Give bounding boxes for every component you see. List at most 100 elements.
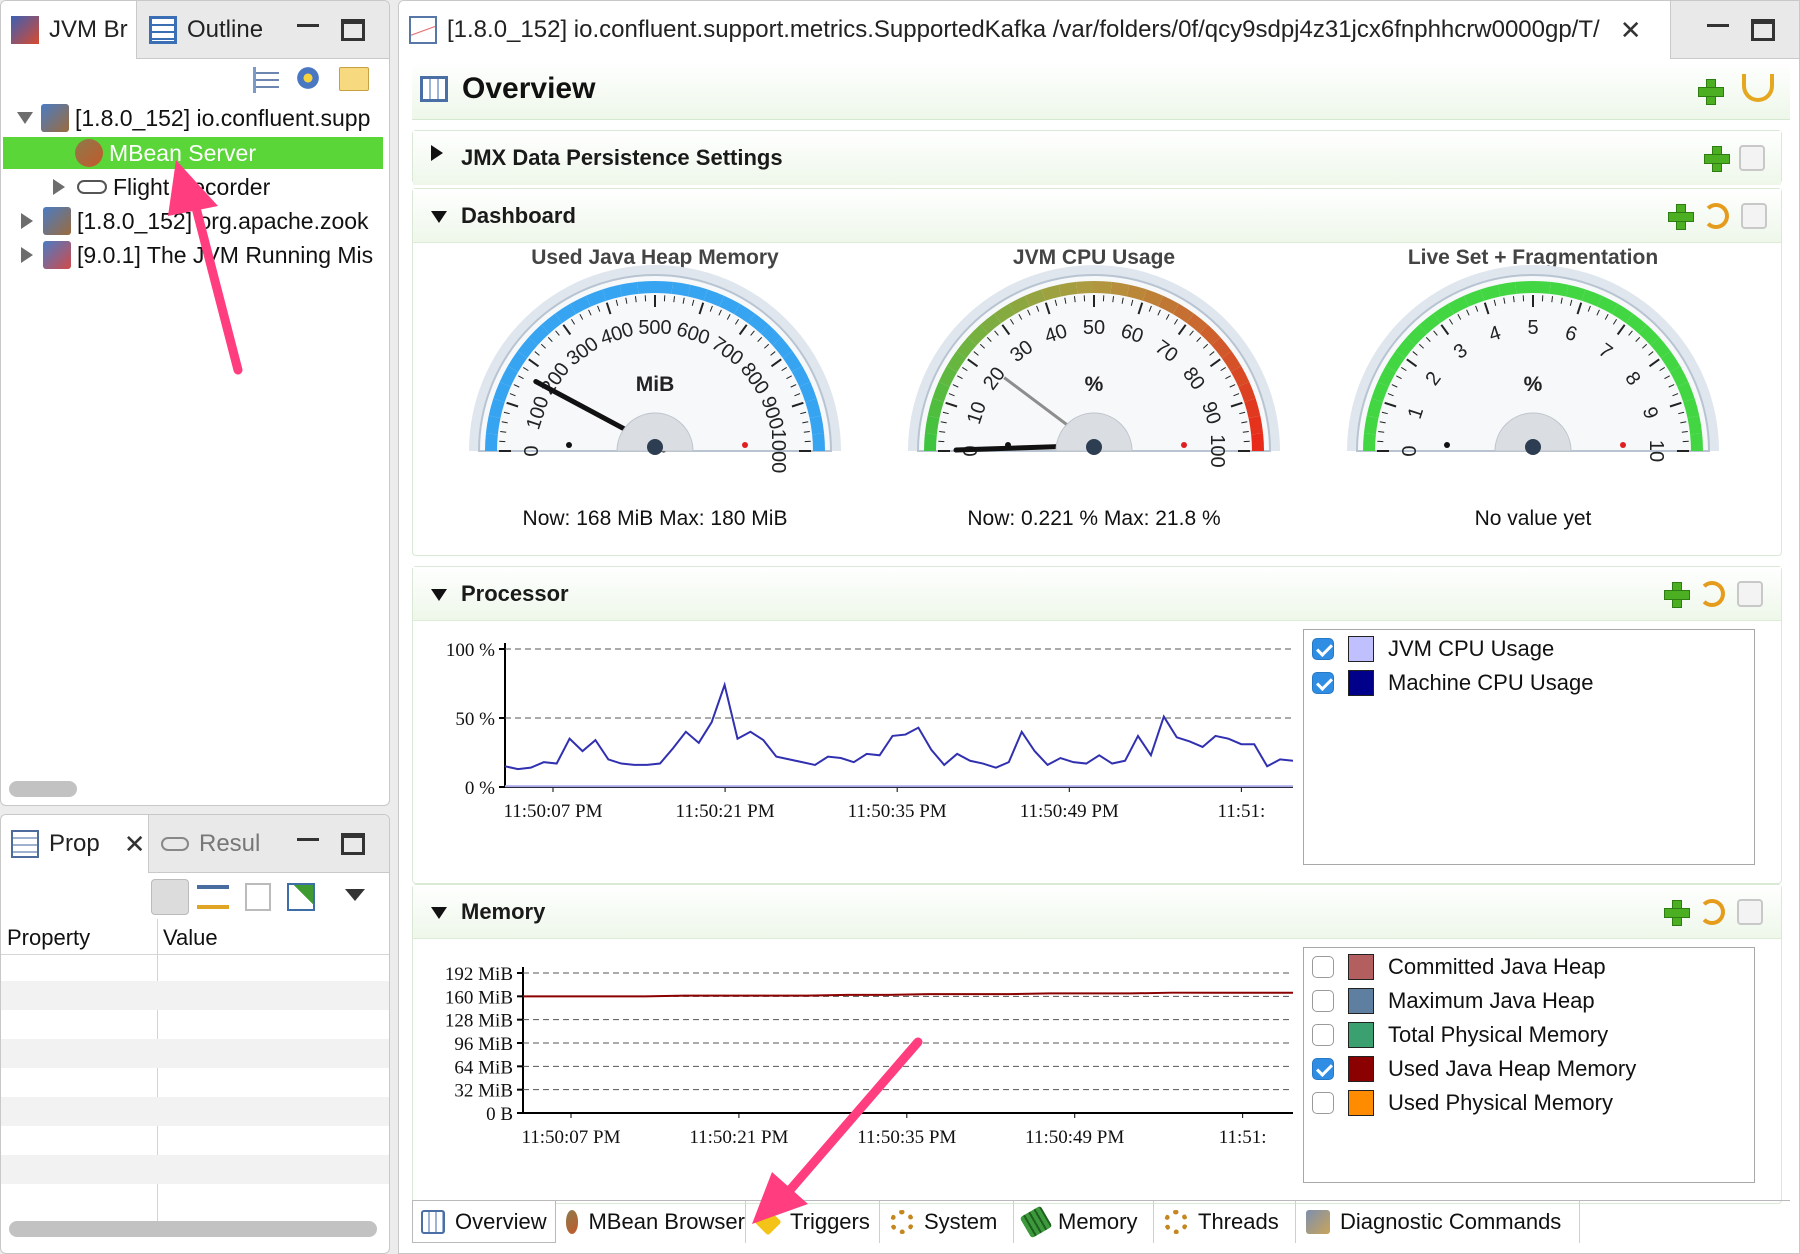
jvm-browser-panel: JVM Br Outline [1.8.0_152] io.confluent.… bbox=[0, 0, 390, 806]
section-header[interactable]: Dashboard bbox=[413, 189, 1781, 243]
tab-diagnostic-commands[interactable]: Diagnostic Commands bbox=[1298, 1201, 1580, 1243]
expand-arrow-icon[interactable] bbox=[431, 145, 443, 161]
tree-item-zookeeper[interactable]: [1.8.0_152] org.apache.zook bbox=[1, 205, 389, 237]
section-header[interactable]: JMX Data Persistence Settings bbox=[413, 131, 1781, 185]
legend-item[interactable]: Total Physical Memory bbox=[1312, 1020, 1608, 1050]
threads-icon bbox=[1164, 1210, 1188, 1234]
gauge-arc-segment bbox=[1076, 281, 1095, 294]
gauge-arc-segment bbox=[733, 303, 755, 324]
section-header[interactable]: Processor bbox=[413, 567, 1781, 621]
connect-icon[interactable] bbox=[293, 63, 323, 93]
minimize-button[interactable] bbox=[297, 19, 319, 27]
gauge-unit: MiB bbox=[636, 373, 675, 396]
close-icon[interactable]: ✕ bbox=[124, 829, 146, 860]
legend-checkbox[interactable] bbox=[1312, 956, 1334, 978]
legend-checkbox[interactable] bbox=[1312, 638, 1334, 660]
gauge-arc-segment bbox=[1371, 381, 1389, 403]
add-icon[interactable] bbox=[1697, 78, 1724, 105]
view-menu-icon[interactable] bbox=[345, 889, 365, 901]
tab-outline[interactable]: Outline bbox=[139, 1, 289, 59]
tab-results[interactable]: Resul bbox=[151, 815, 291, 873]
horizontal-scrollbar[interactable] bbox=[9, 1221, 377, 1237]
section-header[interactable]: Memory bbox=[413, 885, 1781, 939]
tree-item-mbean-server[interactable]: MBean Server bbox=[3, 137, 383, 169]
add-icon[interactable] bbox=[1663, 581, 1690, 608]
maximize-button[interactable] bbox=[341, 833, 365, 855]
tab-jvm-browser[interactable]: JVM Br bbox=[1, 1, 137, 59]
legend-item[interactable]: Maximum Java Heap bbox=[1312, 986, 1595, 1016]
copy-icon[interactable] bbox=[245, 883, 271, 911]
accessibility-icon[interactable] bbox=[1737, 899, 1763, 925]
y-tick-label: 0 % bbox=[465, 778, 495, 799]
legend-item[interactable]: JVM CPU Usage bbox=[1312, 634, 1554, 664]
tab-memory[interactable]: Memory bbox=[1016, 1201, 1154, 1243]
tab-jmx-console[interactable]: [1.8.0_152] io.confluent.support.metrics… bbox=[399, 1, 1671, 59]
x-tick-label: 11:51: bbox=[1217, 801, 1265, 822]
legend-checkbox[interactable] bbox=[1312, 672, 1334, 694]
collapse-arrow-icon[interactable] bbox=[431, 907, 447, 919]
gauge-tick-label: 1000 bbox=[767, 429, 789, 474]
add-icon[interactable] bbox=[1663, 899, 1690, 926]
maximize-button[interactable] bbox=[1751, 19, 1775, 41]
expand-arrow-icon[interactable] bbox=[21, 213, 33, 229]
legend-checkbox[interactable] bbox=[1312, 1058, 1334, 1080]
property-column-header[interactable]: Property bbox=[7, 925, 90, 951]
x-tick-label: 11:50:49 PM bbox=[1020, 801, 1119, 822]
minimize-button[interactable] bbox=[297, 833, 319, 841]
memory-section: Memory 0 B 32 MiB 64 MiB 96 MiB 128 MiB 160 M… bbox=[412, 884, 1782, 1204]
value-column-header[interactable]: Value bbox=[163, 925, 218, 951]
gauge-hub-center bbox=[647, 439, 663, 455]
legend-checkbox[interactable] bbox=[1312, 1024, 1334, 1046]
collapse-arrow-icon[interactable] bbox=[431, 589, 447, 601]
expand-arrow-icon[interactable] bbox=[21, 247, 33, 263]
tab-threads[interactable]: Threads bbox=[1156, 1201, 1296, 1243]
legend-checkbox[interactable] bbox=[1312, 1092, 1334, 1114]
legend-swatch bbox=[1348, 636, 1374, 662]
tree-item-kafka[interactable]: [1.8.0_152] io.confluent.supp bbox=[1, 102, 389, 134]
gauge-arc-segment bbox=[1009, 295, 1030, 315]
tree-item-flight-recorder[interactable]: Flight Recorder bbox=[1, 171, 389, 203]
legend-checkbox[interactable] bbox=[1312, 990, 1334, 1012]
collapse-arrow-icon[interactable] bbox=[431, 211, 447, 223]
chart-settings-icon[interactable] bbox=[1739, 145, 1765, 171]
close-icon[interactable]: ✕ bbox=[1620, 15, 1642, 46]
accessibility-icon[interactable] bbox=[1741, 203, 1767, 229]
refresh-icon[interactable] bbox=[1699, 899, 1725, 925]
minimize-button[interactable] bbox=[1707, 19, 1729, 27]
y-tick-label: 160 MiB bbox=[445, 987, 513, 1008]
add-icon[interactable] bbox=[1703, 145, 1730, 172]
accessibility-icon[interactable] bbox=[1737, 581, 1763, 607]
legend-item[interactable]: Committed Java Heap bbox=[1312, 952, 1606, 982]
horizontal-scrollbar[interactable] bbox=[9, 781, 77, 797]
gauge-arc-segment bbox=[1549, 281, 1569, 297]
tab-mbean-browser[interactable]: MBean Browser bbox=[558, 1201, 746, 1243]
tab-system[interactable]: System bbox=[882, 1201, 1014, 1243]
new-folder-icon[interactable] bbox=[339, 67, 369, 91]
add-icon[interactable] bbox=[1667, 203, 1694, 230]
refresh-icon[interactable] bbox=[1699, 581, 1725, 607]
edit-icon[interactable] bbox=[287, 883, 315, 911]
gauge-arc-segment bbox=[1565, 284, 1586, 301]
gears-icon bbox=[890, 1210, 914, 1234]
legend-swatch bbox=[1348, 988, 1374, 1014]
expand-arrow-icon[interactable] bbox=[17, 112, 33, 124]
gauge-hub-center bbox=[1525, 439, 1541, 455]
gauge-arc-segment bbox=[1221, 351, 1242, 373]
tab-properties[interactable]: Prop ✕ bbox=[1, 815, 149, 873]
legend-item[interactable]: Machine CPU Usage bbox=[1312, 668, 1593, 698]
legend-item[interactable]: Used Java Heap Memory bbox=[1312, 1054, 1636, 1084]
refresh-icon[interactable] bbox=[1703, 203, 1729, 229]
tree-view-icon[interactable] bbox=[253, 67, 279, 93]
tree-item-this-jvm[interactable]: [9.0.1] The JVM Running Mis bbox=[1, 239, 389, 271]
expand-arrow-icon[interactable] bbox=[53, 179, 65, 195]
dashboard-section: Dashboard Used Java Heap Memory 0 100 200 30… bbox=[412, 188, 1782, 556]
legend-item[interactable]: Used Physical Memory bbox=[1312, 1088, 1613, 1118]
tree-view-icon[interactable] bbox=[151, 879, 189, 915]
undo-icon[interactable] bbox=[1742, 74, 1774, 102]
editor-bottom-tabs: Overview MBean Browser Triggers System M… bbox=[412, 1200, 1790, 1244]
maximize-button[interactable] bbox=[341, 19, 365, 41]
legend-swatch bbox=[1348, 1056, 1374, 1082]
filter-icon[interactable] bbox=[197, 885, 229, 909]
tab-triggers[interactable]: Triggers bbox=[748, 1201, 880, 1243]
tab-overview[interactable]: Overview bbox=[412, 1201, 556, 1243]
